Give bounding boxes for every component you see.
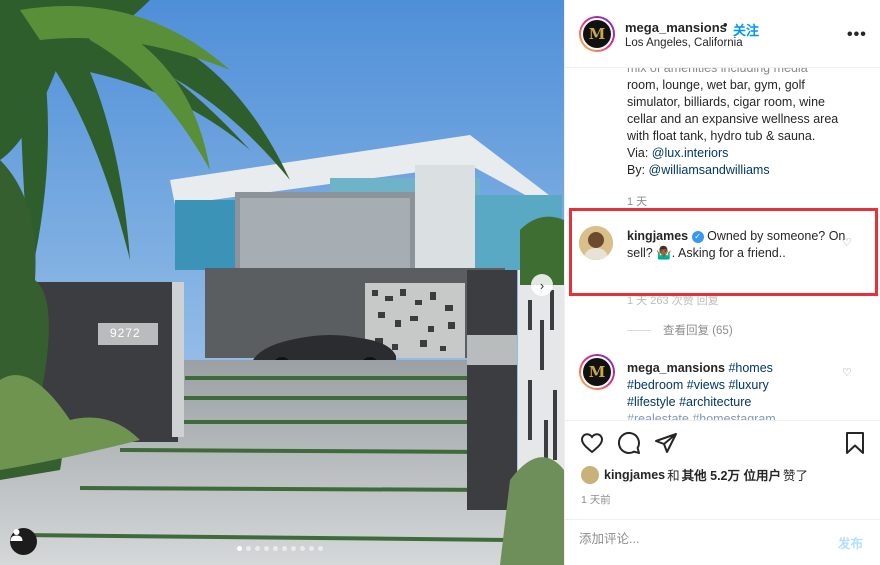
location-link[interactable]: Los Angeles, California bbox=[625, 37, 743, 49]
hashtag-link[interactable]: #lifestyle #architecture bbox=[627, 394, 847, 411]
carousel-dot bbox=[309, 546, 314, 551]
carousel-indicator bbox=[237, 546, 323, 551]
carousel-dot bbox=[255, 546, 260, 551]
likes-and: 和 bbox=[667, 469, 680, 483]
post-comment-button[interactable]: 发布 bbox=[838, 533, 863, 552]
avatar bbox=[581, 465, 599, 484]
comment-icon[interactable] bbox=[617, 431, 641, 455]
carousel-dot bbox=[273, 546, 278, 551]
avatar[interactable]: M bbox=[579, 354, 615, 390]
carousel-dot bbox=[246, 546, 251, 551]
likes-summary[interactable]: kingjames 和 其他 5.2万 位用户 赞了 bbox=[581, 465, 808, 484]
more-horizontal-icon[interactable]: ••• bbox=[847, 26, 867, 44]
hashtag-link[interactable]: #bedroom #views #luxury bbox=[627, 377, 847, 394]
comment-username[interactable]: mega_mansions bbox=[627, 361, 725, 375]
header-username[interactable]: mega_mansions bbox=[625, 20, 727, 35]
person-icon bbox=[10, 529, 23, 541]
carousel-next-button[interactable]: › bbox=[531, 274, 553, 296]
mega-mansions-logo-icon: M bbox=[581, 18, 613, 50]
comment-body: mega_mansions #homes #bedroom #views #lu… bbox=[627, 360, 847, 428]
caption-line: cellar and an expansive wellness area bbox=[627, 112, 839, 126]
post-photo[interactable]: 9272 › bbox=[0, 0, 564, 565]
post-timestamp[interactable]: 1 天前 bbox=[581, 492, 611, 507]
post-caption: mix of amenities including media room, l… bbox=[627, 60, 867, 179]
separator-dot: • bbox=[723, 17, 728, 32]
carousel-dot bbox=[282, 546, 287, 551]
mansion-image bbox=[0, 0, 564, 565]
house-number-label: 9272 bbox=[110, 326, 141, 340]
post-side-panel: mix of amenities including media room, l… bbox=[564, 0, 880, 565]
hashtag-link[interactable]: #homes bbox=[728, 361, 772, 375]
carousel-dot bbox=[300, 546, 305, 551]
carousel-dot bbox=[318, 546, 323, 551]
caption-line: with float tank, hydro tub & sauna. bbox=[627, 129, 816, 143]
add-comment-bar: 发布 bbox=[565, 519, 880, 565]
mega-mansions-logo-icon: M bbox=[581, 356, 613, 388]
avatar[interactable]: M bbox=[579, 16, 615, 52]
caption-line: room, lounge, wet bar, gym, golf bbox=[627, 78, 805, 92]
view-replies-label: 查看回复 (65) bbox=[663, 325, 733, 337]
by-link[interactable]: @williamsandwilliams bbox=[649, 163, 770, 177]
comment-like-heart-icon[interactable]: ♡ bbox=[842, 366, 852, 379]
likes-others[interactable]: 其他 5.2万 位用户 bbox=[682, 465, 781, 484]
caption-line: simulator, billiards, cigar room, wine bbox=[627, 95, 825, 109]
caption-by: By: @williamsandwilliams bbox=[627, 163, 770, 177]
comment-input[interactable] bbox=[579, 532, 809, 546]
caption-time[interactable]: 1 天 bbox=[627, 193, 647, 209]
bookmark-icon[interactable] bbox=[843, 431, 867, 455]
likes-user[interactable]: kingjames bbox=[604, 468, 665, 482]
carousel-dot bbox=[237, 546, 242, 551]
tagged-users-button[interactable] bbox=[10, 528, 37, 555]
view-replies-button[interactable]: 查看回复 (65) bbox=[627, 322, 733, 338]
post-actions: kingjames 和 其他 5.2万 位用户 赞了 1 天前 发布 bbox=[565, 420, 880, 565]
replies-divider bbox=[627, 330, 651, 332]
via-link[interactable]: @lux.interiors bbox=[652, 146, 729, 160]
chevron-right-icon: › bbox=[539, 277, 545, 293]
paper-plane-icon[interactable] bbox=[654, 431, 678, 455]
likes-suffix: 赞了 bbox=[782, 469, 808, 483]
heart-icon[interactable] bbox=[580, 431, 604, 455]
post-header: M mega_mansions • 关注 Los Angeles, Califo… bbox=[565, 0, 880, 68]
caption-via: Via: @lux.interiors bbox=[627, 146, 729, 160]
highlight-box bbox=[569, 208, 878, 296]
carousel-dot bbox=[291, 546, 296, 551]
carousel-dot bbox=[264, 546, 269, 551]
